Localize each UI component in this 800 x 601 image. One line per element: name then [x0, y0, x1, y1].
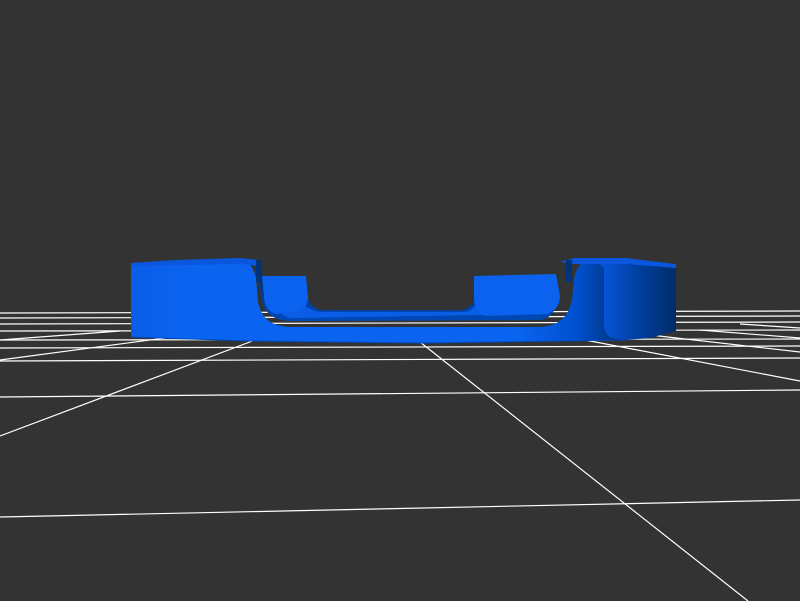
model-notch-left — [256, 260, 262, 282]
model-right-step — [474, 274, 560, 316]
model-notch-right — [566, 260, 572, 282]
ground-grid — [0, 310, 800, 601]
model-bracket[interactable] — [130, 258, 676, 344]
scene-canvas[interactable] — [0, 0, 800, 601]
model-right-end — [594, 258, 676, 340]
model-left-step — [262, 276, 308, 314]
3d-viewport[interactable] — [0, 0, 800, 601]
